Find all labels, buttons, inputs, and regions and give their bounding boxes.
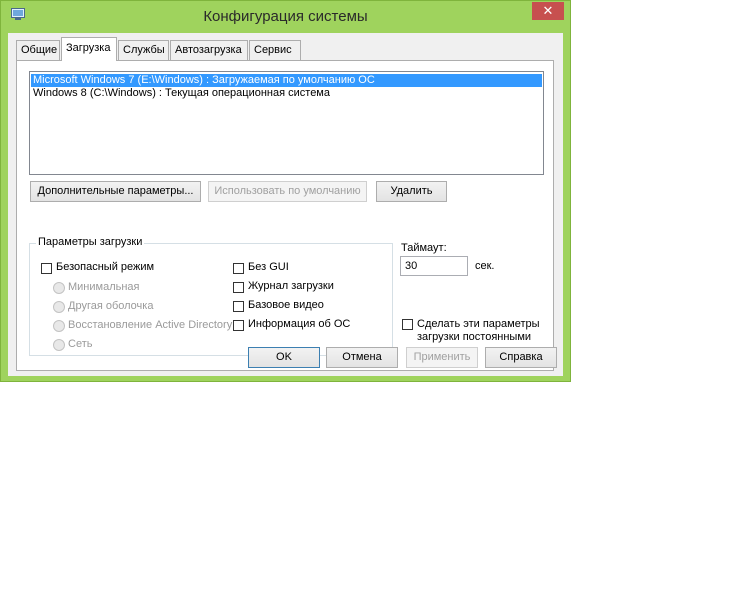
no-gui-checkbox[interactable] xyxy=(233,263,244,274)
alternate-shell-label: Другая оболочка xyxy=(68,300,154,312)
boot-options-label: Параметры загрузки xyxy=(36,236,145,248)
tab-startup[interactable]: Автозагрузка xyxy=(170,40,248,60)
boot-entries-list[interactable]: Microsoft Windows 7 (E:\Windows) : Загру… xyxy=(29,71,544,175)
tab-services[interactable]: Службы xyxy=(118,40,169,60)
alternate-shell-radio[interactable] xyxy=(53,301,65,313)
network-label: Сеть xyxy=(68,338,93,350)
ok-button[interactable]: OK xyxy=(248,347,320,368)
boot-tab-panel: Microsoft Windows 7 (E:\Windows) : Загру… xyxy=(16,60,554,371)
minimal-label: Минимальная xyxy=(68,281,140,293)
system-configuration-window: Конфигурация системы ✕ Общие Загрузка Сл… xyxy=(0,0,571,382)
safe-boot-checkbox[interactable] xyxy=(41,263,52,274)
base-video-checkbox[interactable] xyxy=(233,301,244,312)
make-permanent-checkbox[interactable] xyxy=(402,319,413,330)
timeout-unit: сек. xyxy=(475,260,495,272)
tab-tools[interactable]: Сервис xyxy=(249,40,301,60)
boot-log-checkbox[interactable] xyxy=(233,282,244,293)
timeout-input[interactable]: 30 xyxy=(400,256,468,276)
ad-repair-radio[interactable] xyxy=(53,320,65,332)
no-gui-label: Без GUI xyxy=(248,261,289,273)
boot-log-label: Журнал загрузки xyxy=(248,280,334,292)
help-button[interactable]: Справка xyxy=(485,347,557,368)
dialog-client-area: Общие Загрузка Службы Автозагрузка Серви… xyxy=(8,33,563,376)
boot-entry-windows8[interactable]: Windows 8 (C:\Windows) : Текущая операци… xyxy=(31,87,542,100)
minimal-radio[interactable] xyxy=(53,282,65,294)
safe-boot-label: Безопасный режим xyxy=(56,261,155,273)
boot-options-group: Параметры загрузки Безопасный режим Мини… xyxy=(29,236,393,356)
ad-repair-label: Восстановление Active Directory xyxy=(68,319,233,331)
advanced-options-button[interactable]: Дополнительные параметры... xyxy=(30,181,201,202)
make-permanent-label-line1: Сделать эти параметры xyxy=(417,318,540,330)
make-permanent-label-line2: загрузки постоянными xyxy=(417,331,532,343)
window-title: Конфигурация системы xyxy=(203,8,368,25)
base-video-label: Базовое видео xyxy=(248,299,324,311)
tab-boot[interactable]: Загрузка xyxy=(61,37,117,61)
os-boot-info-checkbox[interactable] xyxy=(233,320,244,331)
tab-general[interactable]: Общие xyxy=(16,40,60,60)
timeout-label: Таймаут: xyxy=(401,242,447,254)
delete-button[interactable]: Удалить xyxy=(376,181,447,202)
close-icon: ✕ xyxy=(542,3,554,18)
set-default-button[interactable]: Использовать по умолчанию xyxy=(208,181,367,202)
boot-entry-windows7[interactable]: Microsoft Windows 7 (E:\Windows) : Загру… xyxy=(31,74,542,87)
apply-button[interactable]: Применить xyxy=(406,347,478,368)
close-button[interactable]: ✕ xyxy=(532,2,564,20)
cancel-button[interactable]: Отмена xyxy=(326,347,398,368)
os-boot-info-label: Информация об ОС xyxy=(248,318,351,330)
network-radio[interactable] xyxy=(53,339,65,351)
